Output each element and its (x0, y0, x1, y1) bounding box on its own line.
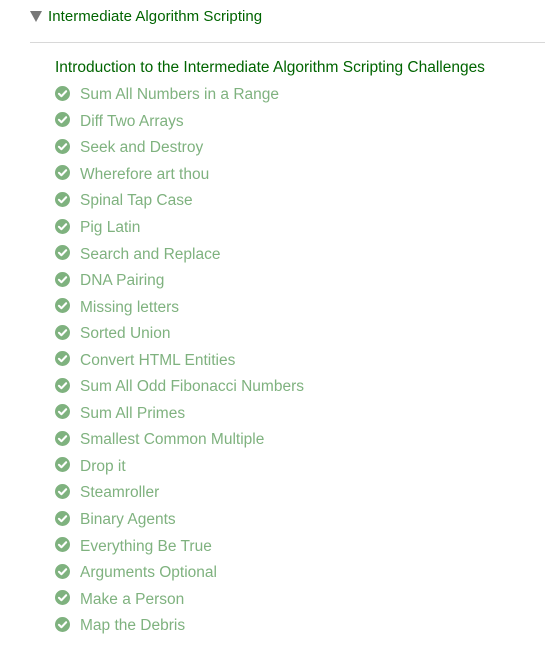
challenge-label: Sum All Primes (80, 404, 186, 422)
check-circle-icon (55, 563, 70, 579)
intro-challenge-link[interactable]: Introduction to the Intermediate Algorit… (55, 59, 485, 77)
challenge-label: Wherefore art thou (80, 165, 210, 183)
challenge-item[interactable]: Everything Be True (55, 533, 304, 560)
challenge-item[interactable]: Sum All Numbers in a Range (55, 82, 304, 109)
challenge-item[interactable]: Sorted Union (55, 321, 304, 348)
challenge-label: Search and Replace (80, 245, 221, 263)
check-circle-icon (55, 324, 70, 340)
challenge-item[interactable]: Drop it (55, 454, 304, 481)
challenge-item[interactable]: Spinal Tap Case (55, 188, 304, 215)
check-circle-icon (55, 165, 70, 181)
challenge-label: Sum All Odd Fibonacci Numbers (80, 378, 304, 396)
check-circle-icon (55, 245, 70, 261)
check-circle-icon (55, 112, 70, 128)
section-header[interactable]: Intermediate Algorithm Scripting (30, 4, 262, 28)
section-title: Intermediate Algorithm Scripting (48, 7, 263, 25)
challenge-item[interactable]: Binary Agents (55, 507, 304, 534)
check-circle-icon (55, 537, 70, 553)
check-circle-icon (55, 590, 70, 606)
check-circle-icon (55, 616, 70, 632)
check-circle-icon (55, 377, 70, 393)
challenge-item[interactable]: Map the Debris (55, 613, 304, 640)
caret-down-icon (30, 11, 42, 22)
challenge-item[interactable]: Sum All Primes (55, 401, 304, 428)
challenge-item[interactable]: Diff Two Arrays (55, 109, 304, 136)
check-circle-icon (55, 351, 70, 367)
check-circle-icon (55, 404, 70, 420)
check-circle-icon (55, 138, 70, 154)
challenge-label: Sorted Union (80, 325, 171, 343)
check-circle-icon (55, 85, 70, 101)
challenge-item[interactable]: Seek and Destroy (55, 135, 304, 162)
check-circle-icon (55, 298, 70, 314)
check-circle-icon (55, 430, 70, 446)
challenge-item[interactable]: Convert HTML Entities (55, 347, 304, 374)
challenge-item[interactable]: Missing letters (55, 294, 304, 321)
check-circle-icon (55, 271, 70, 287)
challenge-label: Everything Be True (80, 537, 212, 555)
check-circle-icon (55, 483, 70, 499)
challenge-item[interactable]: Pig Latin (55, 215, 304, 242)
challenge-label: Convert HTML Entities (80, 351, 236, 369)
challenge-item[interactable]: Steamroller (55, 480, 304, 507)
challenge-label: Spinal Tap Case (80, 192, 193, 210)
challenge-label: Missing letters (80, 298, 180, 316)
challenge-label: Seek and Destroy (80, 139, 204, 157)
challenge-label: Map the Debris (80, 617, 186, 635)
check-circle-icon (55, 191, 70, 207)
challenge-item[interactable]: Wherefore art thou (55, 162, 304, 189)
challenge-label: Sum All Numbers in a Range (80, 86, 280, 104)
challenge-label: Steamroller (80, 484, 160, 502)
challenge-label: Binary Agents (80, 511, 176, 529)
challenge-item[interactable]: Search and Replace (55, 241, 304, 268)
challenge-label: Smallest Common Multiple (80, 431, 265, 449)
challenge-label: Make a Person (80, 590, 185, 608)
challenge-list: Sum All Numbers in a Range Diff Two Arra… (55, 82, 304, 639)
check-circle-icon (55, 457, 70, 473)
challenge-label: Drop it (80, 457, 126, 475)
challenge-label: DNA Pairing (80, 272, 165, 290)
challenge-item[interactable]: DNA Pairing (55, 268, 304, 295)
challenge-item[interactable]: Smallest Common Multiple (55, 427, 304, 454)
challenge-label: Arguments Optional (80, 564, 217, 582)
divider (30, 42, 545, 43)
challenge-item[interactable]: Sum All Odd Fibonacci Numbers (55, 374, 304, 401)
check-circle-icon (55, 510, 70, 526)
challenge-item[interactable]: Make a Person (55, 586, 304, 613)
challenge-label: Pig Latin (80, 219, 141, 236)
check-circle-icon (55, 218, 70, 234)
challenge-item[interactable]: Arguments Optional (55, 560, 304, 587)
challenge-label: Diff Two Arrays (80, 112, 184, 130)
